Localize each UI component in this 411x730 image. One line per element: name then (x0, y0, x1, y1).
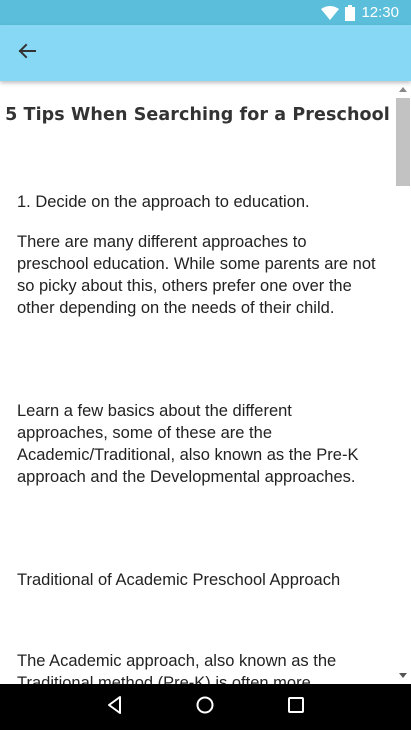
article-paragraph: The Academic approach, also known as the… (17, 652, 337, 684)
back-triangle-icon (105, 695, 125, 720)
status-time: 12:30 (361, 4, 399, 21)
home-circle-icon (195, 695, 215, 720)
navigation-bar (0, 684, 411, 730)
recents-square-icon (286, 695, 306, 720)
article-title: 5 Tips When Searching for a Preschool (5, 105, 390, 125)
nav-recents-button[interactable] (276, 687, 316, 727)
scrollbar[interactable] (395, 81, 411, 684)
nav-back-button[interactable] (95, 687, 135, 727)
scroll-up-arrow-icon[interactable] (399, 87, 407, 92)
arrow-left-icon (18, 43, 36, 64)
battery-icon (345, 4, 356, 21)
article-paragraph: 1. Decide on the approach to education. (17, 193, 310, 211)
back-button[interactable] (12, 39, 42, 67)
nav-home-button[interactable] (185, 687, 225, 727)
article-content[interactable]: 5 Tips When Searching for a Preschool 1.… (0, 81, 411, 684)
status-bar: 12:30 (0, 0, 411, 25)
scroll-down-arrow-icon[interactable] (399, 673, 407, 678)
article-paragraph: There are many different approaches to p… (17, 233, 376, 317)
app-bar (0, 25, 411, 81)
article-paragraph: Traditional of Academic Preschool Approa… (17, 571, 341, 589)
wifi-icon (321, 5, 340, 20)
scrollbar-thumb[interactable] (396, 98, 410, 186)
article-paragraph: Learn a few basics about the different a… (17, 402, 359, 486)
